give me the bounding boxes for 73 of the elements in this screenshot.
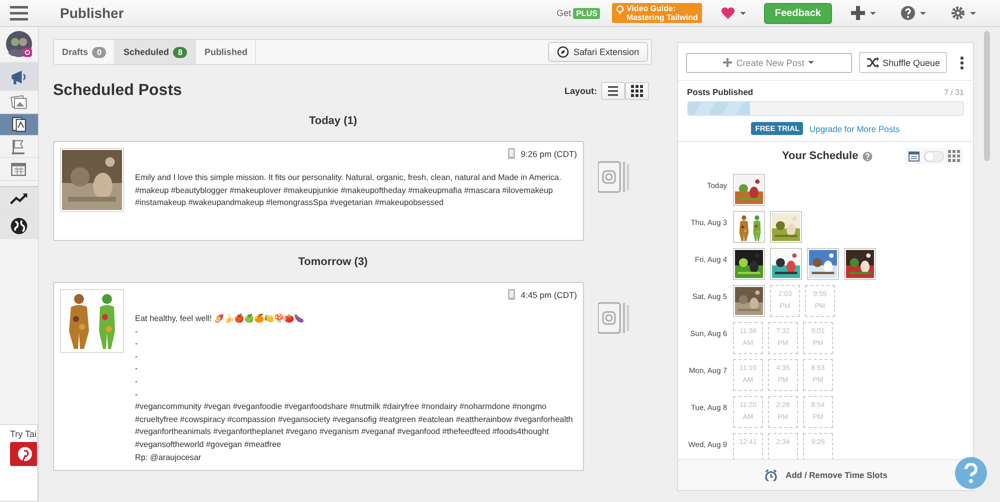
scheduled-post-thumbnail[interactable] [844,248,876,280]
get-label: Get [556,8,572,18]
post-card[interactable] [53,282,584,472]
view-toggle[interactable] [905,148,963,164]
safari-extension-button[interactable]: Safari Extension [548,42,648,62]
instagram-stack-icon [598,159,630,195]
caret-icon [808,61,814,64]
phone-icon [506,289,516,300]
caret-icon [970,12,976,14]
toggle-switch[interactable] [924,150,944,162]
scheduled-post-thumbnail[interactable] [733,248,765,280]
globe-icon [9,216,29,236]
help-icon [900,5,916,21]
group-heading: Today (1) [308,115,358,127]
caret-icon [920,12,926,14]
instagram-stack-icon [598,300,630,336]
avatar-icon [6,31,32,58]
scheduled-post-thumbnail[interactable] [770,211,802,243]
calendar-icon [908,150,920,162]
documents-icon [9,114,29,134]
list-view-button[interactable] [601,82,625,100]
plus-icon [723,58,732,67]
grid-view-button[interactable] [625,82,649,100]
help-icon [963,463,979,483]
post-caption: Eat healthy, feel well! 🍠🍌🍎🍏🍊🍋🍄🍅🍆 - - - - - - #vegancommunity #vegan #veganfoodie #veganfoodshare #nutmilk #dairyfree #nondairy #noharmdone #nongmo #crueltyfree #cowspiracy #compassion #vegansociety #vegansofig #eatgreen #eatclean #eattherainbow #veganforhealth #veganfortheanimals #veganfortheplanet #vegano #veganism #veganaf #veganfood #thefeedfeed #foods4thought #vegansoftheworld #govegan #meatfree Rp: @araujocesar [135,313,574,464]
count-badge: 0 [92,46,106,58]
sidebar-item[interactable] [0,114,38,136]
app-title: Publisher [60,5,124,21]
post-time: 9:26 pm (CDT) [520,148,577,158]
scheduled-post-thumbnail[interactable] [733,285,765,317]
grid-icon [631,85,643,97]
tab[interactable]: Scheduled 8 [115,40,196,64]
posts-published-count: 7 / 31 [944,88,964,96]
plus-icon [850,5,866,21]
post-card[interactable] [53,141,584,241]
feedback-button[interactable]: Feedback [764,2,832,24]
upgrade-link[interactable]: Upgrade for More Posts [809,124,900,134]
heart-icon [720,5,736,21]
compass-icon [557,46,570,58]
scheduled-post-thumbnail[interactable] [770,248,802,280]
tab[interactable]: Published [196,40,256,64]
group-heading: Tomorrow (3) [297,256,369,268]
sidebar-item[interactable] [0,186,38,213]
help-icon[interactable] [862,150,874,162]
video-guide-button[interactable]: Video Guide: Mastering Tailwind [612,3,702,23]
page-heading: Scheduled Posts [53,82,182,100]
shuffle-queue-button[interactable]: Shuffle Queue [858,52,948,73]
caret-icon [740,12,746,14]
sidebar-item[interactable] [0,212,38,240]
caret-icon [870,12,876,14]
plus-badge[interactable]: PLUS [573,8,600,18]
post-time: 4:45 pm (CDT) [520,290,577,300]
scrollbar[interactable] [984,31,990,161]
scheduled-post-thumbnail[interactable] [733,174,765,206]
grid-icon [948,150,960,162]
pinterest-icon[interactable] [10,442,37,466]
lightbulb-icon [616,5,624,14]
count-badge: 8 [172,46,188,58]
alarm-clock-icon [764,469,778,481]
settings-icon [950,5,966,21]
create-post-button[interactable]: Create New Post [686,52,852,72]
phone-icon [506,148,516,159]
more-icon[interactable] [960,56,964,70]
schedule-title: Your Schedule [782,150,858,162]
promo-text: Try Tail [10,428,37,439]
post-caption: Emily and I love this simple mission. It fits our personality. Natural, organic, fresh, clean, natural and Made in America. #makeup #beautyblogger #makeuplover #makeupjunkie #makeupoftheday #makeupmafia #mascara #ilovemakeup #instamakeup #wakeupandmakeup #lemongrassSpa #vegetarian #makeupobsessed [135,172,562,210]
layout-label: Layout: [564,86,597,96]
list-icon [607,85,619,97]
posts-published-label: Posts Published [687,87,754,97]
shuffle-icon [866,56,879,69]
scheduled-post-thumbnail[interactable] [807,248,839,280]
scheduled-post-thumbnail[interactable] [733,211,765,243]
add-remove-time-slots-button[interactable]: Add / Remove Time Slots [678,459,973,490]
